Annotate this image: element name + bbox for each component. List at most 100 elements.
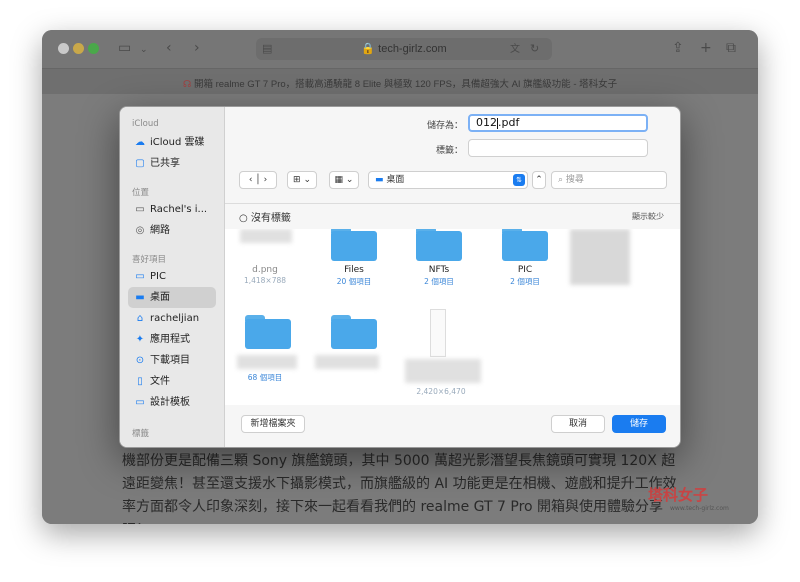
folder-info: 68 個項目 <box>247 373 283 382</box>
folder-icon[interactable] <box>502 229 548 261</box>
site-favicon-icon: ☊ <box>182 79 192 90</box>
cloud-icon: ☁ <box>135 137 145 148</box>
sidebar-item-desktop[interactable]: ▬ 桌面 <box>128 287 216 308</box>
image-thumbnail <box>240 229 292 243</box>
folder-icon[interactable] <box>245 315 291 349</box>
forward-icon[interactable]: › <box>194 39 200 57</box>
tags-label: 標籤： <box>435 146 463 156</box>
sidebar-item-icloud-drive[interactable]: ☁ iCloud 雲碟 <box>128 132 216 153</box>
sidebar-item-label: 應用程式 <box>150 334 190 345</box>
folder-icon: ▭ <box>135 397 145 408</box>
dialog-footer: 新增檔案夾 取消 儲存 <box>225 405 680 447</box>
chevron-up-icon: ⌃ <box>535 175 543 185</box>
applications-icon: ✦ <box>135 334 145 345</box>
save-dialog-sidebar: iCloud ☁ iCloud 雲碟 ▢ 已共享 位置 ▭ Rachel's i...… <box>120 107 225 447</box>
folder-name-redacted <box>315 355 379 369</box>
save-dialog-main: 儲存為： 012.pdf 標籤： ‹ │ › ⊞ ⌄ ▦ ⌄ ▬ 桌面 ⇅ ⌃ ⌕… <box>225 107 680 447</box>
search-icon: ⌕ <box>558 175 564 185</box>
document-thumbnail[interactable] <box>430 309 446 357</box>
sidebar-section-favorites: 喜好項目 <box>132 255 167 265</box>
tag-filter-label: 沒有標籤 <box>250 213 291 224</box>
tags-input[interactable] <box>468 139 648 157</box>
forward-icon[interactable]: › <box>264 175 268 185</box>
sidebar-item-computer[interactable]: ▭ Rachel's i... <box>128 199 216 220</box>
home-icon: ⌂ <box>136 313 144 324</box>
sidebar-item-documents[interactable]: ▯ 文件 <box>128 371 216 392</box>
folder-info: 20 個項目 <box>336 277 372 286</box>
sidebar-item-label: PIC <box>150 271 166 282</box>
chevron-down-icon[interactable]: ⌄ <box>140 41 148 59</box>
folder-name-redacted <box>237 355 297 369</box>
watermark-text: 塔科女子 <box>648 486 709 504</box>
sidebar-item-design-templates[interactable]: ▭ 設計模板 <box>128 392 216 413</box>
new-tab-icon[interactable]: + <box>700 39 712 57</box>
sidebar-item-label: iCloud 雲碟 <box>150 137 205 148</box>
divider <box>225 203 680 204</box>
sidebar-item-label: 已共享 <box>150 158 180 169</box>
file-info: 2,420×6,470 <box>416 387 466 396</box>
sidebar-item-downloads[interactable]: ⊙ 下載項目 <box>128 350 216 371</box>
location-value: 桌面 <box>386 175 405 185</box>
folder-name[interactable]: NFTs <box>399 265 479 275</box>
file-name[interactable]: d.png <box>225 265 305 275</box>
filename-suffix: .pdf <box>498 116 520 129</box>
translate-icon[interactable]: 文 <box>510 41 520 59</box>
search-field[interactable]: ⌕ 搜尋 <box>551 171 667 189</box>
computer-icon: ▭ <box>135 204 145 215</box>
folder-icon: ▬ <box>375 175 384 185</box>
folder-info: 2 個項目 <box>510 277 540 286</box>
zoom-window-button[interactable] <box>88 43 99 54</box>
document-icon: ▯ <box>137 376 143 387</box>
sidebar-item-label: Rachel's i... <box>150 204 208 215</box>
back-icon[interactable]: ‹ <box>166 39 172 57</box>
cancel-button[interactable]: 取消 <box>551 415 605 433</box>
location-popup[interactable]: ▬ 桌面 ⇅ <box>368 171 528 189</box>
network-icon: ◎ <box>135 225 145 236</box>
image-thumbnail[interactable] <box>570 229 630 285</box>
save-as-label: 儲存為： <box>426 121 463 131</box>
back-icon[interactable]: ‹ <box>249 175 253 185</box>
reload-icon[interactable]: ↻ <box>530 40 539 58</box>
share-icon[interactable]: ⇪ <box>672 39 684 57</box>
sidebar-item-shared[interactable]: ▢ 已共享 <box>128 153 216 174</box>
folder-icon[interactable] <box>331 315 377 349</box>
watermark-url: www.tech-girlz.com <box>670 505 729 512</box>
sidebar-item-label: 網路 <box>150 225 170 236</box>
tab-overview-icon[interactable]: ⧉ <box>726 39 736 57</box>
show-less-link[interactable]: 顯示較少 <box>632 211 664 222</box>
icon-view-button[interactable]: ⊞ ⌄ <box>287 171 317 189</box>
tab-title[interactable]: ☊ 開箱 realme GT 7 Pro，搭載高通驍龍 8 Elite 與極致 … <box>42 76 758 90</box>
minimize-window-button[interactable] <box>73 43 84 54</box>
filename-input[interactable]: 012.pdf <box>468 114 648 132</box>
sidebar-toggle-icon[interactable]: ▭ <box>118 39 131 57</box>
sidebar-item-applications[interactable]: ✦ 應用程式 <box>128 329 216 350</box>
nav-back-forward-buttons[interactable]: ‹ │ › <box>239 171 277 189</box>
chevron-down-icon: ⌄ <box>345 175 354 185</box>
filename-prefix: 012 <box>476 116 497 129</box>
save-button[interactable]: 儲存 <box>612 415 666 433</box>
article-paragraph: 機部份更是配備三顆 Sony 旗艦鏡頭，其中 5000 萬超光影潛望長焦鏡頭可實… <box>122 453 677 524</box>
tag-filter[interactable]: ○ 沒有標籤 <box>239 209 291 224</box>
group-icon: ▦ <box>334 175 344 185</box>
shared-folder-icon: ▢ <box>135 158 145 169</box>
watermark-logo: 塔科女子 www.tech-girlz.com <box>648 484 729 512</box>
close-window-button[interactable] <box>58 43 69 54</box>
sidebar-item-network[interactable]: ◎ 網路 <box>128 220 216 241</box>
folder-icon[interactable] <box>331 229 377 261</box>
new-folder-button[interactable]: 新增檔案夾 <box>241 415 305 433</box>
sidebar-item-home[interactable]: ⌂ racheljian <box>128 308 216 329</box>
file-grid: d.png 1,418×788 Files 20 個項目 NFTs 2 個項目 … <box>225 229 680 405</box>
sidebar-item-pic[interactable]: ▭ PIC <box>128 266 216 287</box>
folder-name[interactable]: Files <box>314 265 394 275</box>
sidebar-section-locations: 位置 <box>132 188 150 198</box>
folder-icon: ▭ <box>135 271 145 282</box>
search-placeholder: 搜尋 <box>565 175 584 185</box>
folder-name[interactable]: PIC <box>485 265 565 275</box>
downloads-icon: ⊙ <box>135 355 145 366</box>
address-bar[interactable]: ▤ 🔒 tech-girlz.com 文 ↻ <box>256 38 552 60</box>
folder-icon[interactable] <box>416 229 462 261</box>
desktop-icon: ▬ <box>135 292 145 303</box>
sidebar-section-tags: 標籤 <box>132 429 150 439</box>
group-button[interactable]: ▦ ⌄ <box>329 171 359 189</box>
expand-collapse-button[interactable]: ⌃ <box>532 171 546 189</box>
